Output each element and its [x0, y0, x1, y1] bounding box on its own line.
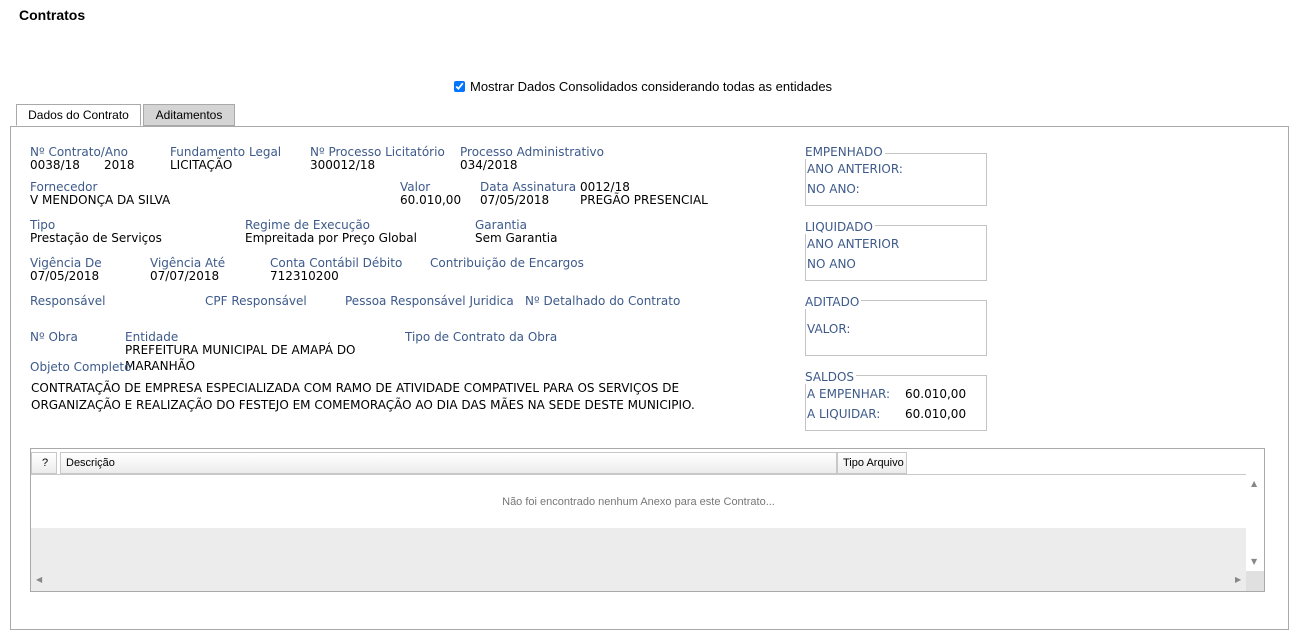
tab-aditamentos[interactable]: Aditamentos: [143, 104, 235, 126]
contrato-ano-value: 2018: [104, 158, 135, 172]
grid-col-help[interactable]: ?: [31, 452, 57, 474]
garantia-label: Garantia: [475, 218, 527, 232]
empenhado-box: [805, 153, 987, 206]
pessoa-juridica-label: Pessoa Responsável Juridica: [345, 294, 514, 308]
contribuicao-encargos-label: Contribuição de Encargos: [430, 256, 584, 270]
objeto-completo-label: Objeto Completo: [30, 360, 132, 374]
liquidado-ano-anterior: ANO ANTERIOR: [807, 237, 900, 251]
conta-contabil-value: 712310200: [270, 269, 339, 283]
consolidated-checkbox[interactable]: [454, 81, 465, 92]
saldos-a-empenhar-label: A EMPENHAR:: [807, 387, 890, 401]
data-assinatura-label: Data Assinatura: [480, 180, 577, 194]
empenhado-no-ano: NO ANO:: [807, 182, 860, 196]
annex-grid-vscroll[interactable]: ▲ ▼: [1246, 449, 1264, 573]
obra-label: Nº Obra: [30, 330, 78, 344]
saldos-a-liquidar-label: A LIQUIDAR:: [807, 407, 881, 421]
data-assinatura-value: 07/05/2018: [480, 193, 550, 207]
scroll-down-icon[interactable]: ▼: [1251, 557, 1257, 566]
regime-execucao-label: Regime de Execução: [245, 218, 371, 232]
page-title: Contratos: [19, 7, 86, 23]
garantia-value: Sem Garantia: [475, 231, 558, 245]
entidade-value-line2: MARANHÃO: [125, 359, 196, 373]
cpf-responsavel-label: CPF Responsável: [205, 294, 307, 308]
processo-licitatorio-label: Nº Processo Licitatório: [310, 145, 445, 159]
annex-grid-header: ? Descrição Tipo Arquivo: [31, 449, 1246, 474]
tipo-contrato-obra-label: Tipo de Contrato da Obra: [405, 330, 558, 344]
vigencia-de-label: Vigência De: [30, 256, 102, 270]
liquidado-legend: LIQUIDADO: [805, 220, 875, 234]
grid-col-tipo-arquivo[interactable]: Tipo Arquivo: [837, 452, 907, 474]
annex-grid-body: Não foi encontrado nenhum Anexo para est…: [31, 474, 1246, 528]
scroll-up-icon[interactable]: ▲: [1251, 479, 1257, 488]
saldos-legend: SALDOS: [805, 370, 857, 384]
contrato-numero-value: 0038/18: [30, 158, 80, 172]
fundamento-legal-label: Fundamento Legal: [170, 145, 282, 159]
vigencia-de-value: 07/05/2018: [30, 269, 100, 283]
valor-value: 60.010,00: [400, 193, 462, 207]
annex-empty-message: Não foi encontrado nenhum Anexo para est…: [502, 496, 775, 508]
consolidated-toggle[interactable]: Mostrar Dados Consolidados considerando …: [454, 79, 832, 94]
conta-contabil-label: Conta Contábil Débito: [270, 256, 403, 270]
modalidade-numero: 0012/18: [580, 180, 630, 194]
detalhado-contrato-label: Nº Detalhado do Contrato: [525, 294, 681, 308]
vigencia-ate-label: Vigência Até: [150, 256, 226, 270]
empenhado-legend: EMPENHADO: [805, 145, 885, 159]
entidade-value-line1: PREFEITURA MUNICIPAL DE AMAPÁ DO: [125, 343, 356, 357]
contrato-ano-label: Nº Contrato/Ano: [30, 145, 129, 159]
valor-label: Valor: [400, 180, 431, 194]
saldos-a-liquidar-value: 60.010,00: [905, 407, 967, 421]
fornecedor-value: V MENDONÇA DA SILVA: [30, 193, 171, 207]
liquidado-no-ano: NO ANO: [807, 257, 856, 271]
tab-dados-do-contrato[interactable]: Dados do Contrato: [16, 104, 141, 126]
regime-execucao-value: Empreitada por Preço Global: [245, 231, 417, 245]
responsavel-label: Responsável: [30, 294, 106, 308]
processo-administrativo-label: Processo Administrativo: [460, 145, 604, 159]
annex-grid-scroll-corner: [1246, 571, 1264, 591]
processo-licitatorio-value: 300012/18: [310, 158, 376, 172]
objeto-completo-line2: ORGANIZAÇÃO E REALIZAÇÃO DO FESTEJO EM C…: [31, 398, 695, 412]
modalidade-nome: PREGÃO PRESENCIAL: [580, 193, 708, 207]
processo-administrativo-value: 034/2018: [460, 158, 518, 172]
fornecedor-label: Fornecedor: [30, 180, 98, 194]
objeto-completo-line1: CONTRATAÇÃO DE EMPRESA ESPECIALIZADA COM…: [31, 381, 680, 395]
fundamento-legal-value: LICITAÇÃO: [170, 158, 233, 172]
grid-col-descricao[interactable]: Descrição: [60, 452, 837, 474]
scroll-left-icon[interactable]: ◀: [36, 575, 42, 584]
aditado-valor: VALOR:: [807, 322, 851, 336]
aditado-legend: ADITADO: [805, 295, 862, 309]
empenhado-ano-anterior: ANO ANTERIOR:: [807, 162, 903, 176]
scroll-right-icon[interactable]: ▶: [1235, 575, 1241, 584]
tipo-label: Tipo: [30, 218, 56, 232]
annex-grid: ? Descrição Tipo Arquivo Não foi encontr…: [30, 448, 1265, 592]
vigencia-ate-value: 07/07/2018: [150, 269, 220, 283]
tipo-value: Prestação de Serviços: [30, 231, 162, 245]
saldos-a-empenhar-value: 60.010,00: [905, 387, 967, 401]
consolidated-label: Mostrar Dados Consolidados considerando …: [470, 79, 833, 94]
entidade-label: Entidade: [125, 330, 179, 344]
